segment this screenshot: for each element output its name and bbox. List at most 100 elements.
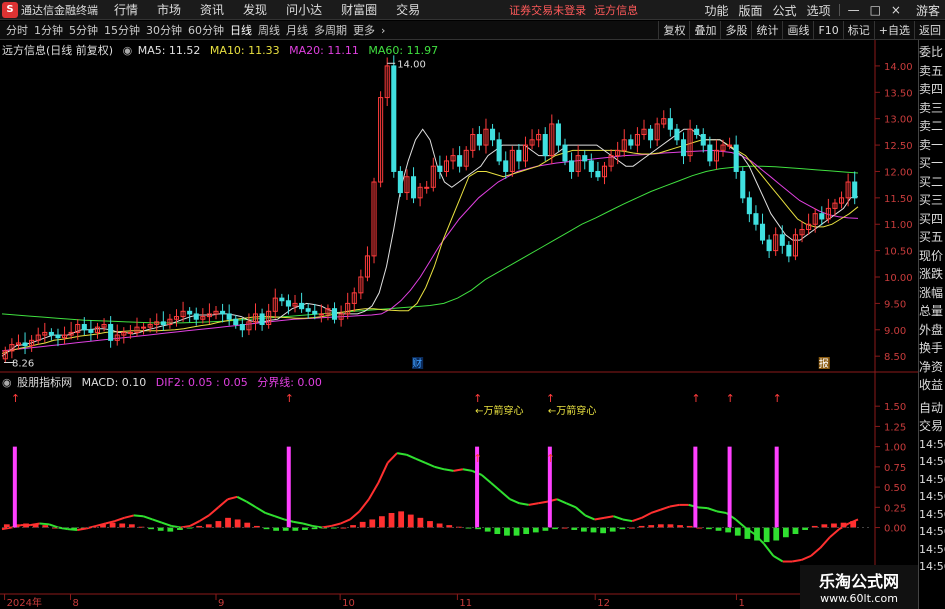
dif-segment <box>613 515 624 521</box>
macd-header: ◉ 股朋指标网 MACD: 0.10 DIF2: 0.05 : 0.05 分界线… <box>2 374 328 390</box>
dif-segment <box>152 518 163 524</box>
macd-bar <box>369 519 376 528</box>
sidepanel-item[interactable]: 买三 <box>919 191 945 210</box>
sidepanel-time-item: 14:56 <box>919 507 945 521</box>
candle-body <box>852 181 858 199</box>
sidepanel-item[interactable]: 外盘 <box>919 321 945 340</box>
signal-arrow-icon: ↑ <box>773 392 782 405</box>
dif-segment <box>227 495 238 501</box>
sidepanel-item[interactable]: 卖五 <box>919 62 945 81</box>
candle-body <box>694 128 700 136</box>
sidepanel-item[interactable]: 卖二 <box>919 117 945 136</box>
candle-body <box>299 302 305 310</box>
macd-bar <box>773 527 780 541</box>
watermark-url: www.60lt.com <box>820 592 898 605</box>
dif-segment <box>406 453 417 460</box>
ma20-value: MA20: 11.11 <box>289 44 359 57</box>
bao-label: 报 <box>819 357 829 370</box>
dif-segment <box>538 500 548 505</box>
candle-body <box>786 244 792 257</box>
macd-bar <box>782 527 789 538</box>
dif-segment <box>669 503 680 508</box>
dif-segment <box>481 474 492 484</box>
sidepanel-item[interactable]: 换手 <box>919 339 945 358</box>
macd-tick-label: 0.50 <box>884 483 906 494</box>
sidepanel-item[interactable]: 买五 <box>919 228 945 247</box>
macd-bar <box>407 514 414 528</box>
dif-segment <box>584 514 596 521</box>
cai-label: 财 <box>412 357 422 370</box>
candle-body <box>648 128 654 141</box>
user-label[interactable]: 游客 <box>916 2 940 19</box>
sidepanel-item[interactable]: 卖四 <box>919 80 945 99</box>
sidepanel-item[interactable]: 委比 <box>919 43 945 62</box>
sidepanel-time-item: 14:56 <box>919 437 945 451</box>
price-tick-label: 10.00 <box>884 273 913 284</box>
candle-body <box>707 144 713 162</box>
macd-tick-label: 0.75 <box>884 463 906 474</box>
macd-bar <box>763 527 770 543</box>
ma5-value: MA5: 11.52 <box>137 44 201 57</box>
dif-segment <box>114 516 125 523</box>
watermark-title: 乐淘公式网 <box>818 572 899 591</box>
signal-arrow-icon: ↑ <box>285 392 294 405</box>
indicator-settings-icon[interactable]: ◉ <box>2 376 12 389</box>
ma-settings-icon[interactable]: ◉ <box>123 44 133 57</box>
macd-bar <box>513 527 520 536</box>
candle-body <box>503 160 509 172</box>
candle-body <box>108 324 114 341</box>
sidepanel-item[interactable]: 买二 <box>919 173 945 192</box>
macd-bar <box>831 523 837 528</box>
macd-bar <box>388 512 395 528</box>
candle-body <box>727 144 733 147</box>
date-label: 11 <box>459 598 472 609</box>
sidepanel-item[interactable]: 现价 <box>919 247 945 266</box>
dif-segment <box>255 506 266 514</box>
sidepanel-item[interactable]: 卖一 <box>919 136 945 155</box>
candle-body <box>239 324 245 331</box>
sidepanel-item[interactable]: 总量 <box>919 302 945 321</box>
dif-segment <box>660 505 671 511</box>
btn-fanhui[interactable]: 返回 <box>914 21 945 40</box>
dif-segment <box>340 518 351 525</box>
candle-body <box>160 321 166 326</box>
candle-body <box>220 310 226 315</box>
candle-body <box>667 118 673 130</box>
macd-bar <box>504 527 510 536</box>
signal-arrow-icon: ↑ <box>726 392 735 405</box>
sidepanel-item[interactable]: 净资 <box>919 358 945 377</box>
candle-body <box>279 297 285 302</box>
candle-body <box>410 176 417 199</box>
candle-body <box>555 123 561 146</box>
macd-bar <box>484 527 491 532</box>
dif2-value: DIF2: 0.05 <box>155 376 213 389</box>
macd-bar <box>379 516 385 528</box>
macd-bar <box>590 527 597 533</box>
macd-bar <box>359 521 366 528</box>
dif-segment <box>330 522 341 527</box>
price-tick-label: 11.50 <box>884 194 913 205</box>
kline-chart[interactable]: 14.0013.5013.0012.5012.0011.5011.0010.50… <box>0 0 918 609</box>
candle-body <box>318 313 324 316</box>
dif-segment <box>641 512 652 519</box>
dif-segment <box>246 500 257 509</box>
macd-bar <box>436 523 443 528</box>
price-header: 远方信息(日线 前复权) ◉ MA5: 11.52 MA10: 11.33 MA… <box>2 42 444 58</box>
price-tick-label: 14.00 <box>884 62 913 73</box>
sidepanel-item[interactable]: 收益 <box>919 376 945 395</box>
date-label: 12 <box>597 598 610 609</box>
sidepanel-item[interactable]: 买一 <box>919 154 945 173</box>
sidepanel-item[interactable]: 涨幅 <box>919 284 945 303</box>
candle-body <box>496 139 502 162</box>
macd-bar <box>417 517 424 528</box>
dif-segment <box>575 506 586 517</box>
ma10-value: MA10: 11.33 <box>209 44 280 57</box>
candle-body <box>819 213 825 220</box>
sidepanel-item[interactable]: 买四 <box>919 210 945 229</box>
dif-segment <box>124 514 134 519</box>
sidepanel-item[interactable]: 卖三 <box>919 99 945 118</box>
sidepanel-item[interactable]: 涨跌 <box>919 265 945 284</box>
high-label: 14.00 <box>397 59 426 70</box>
dea-value: : 0.05 <box>216 376 248 389</box>
macd-bar <box>725 527 732 533</box>
